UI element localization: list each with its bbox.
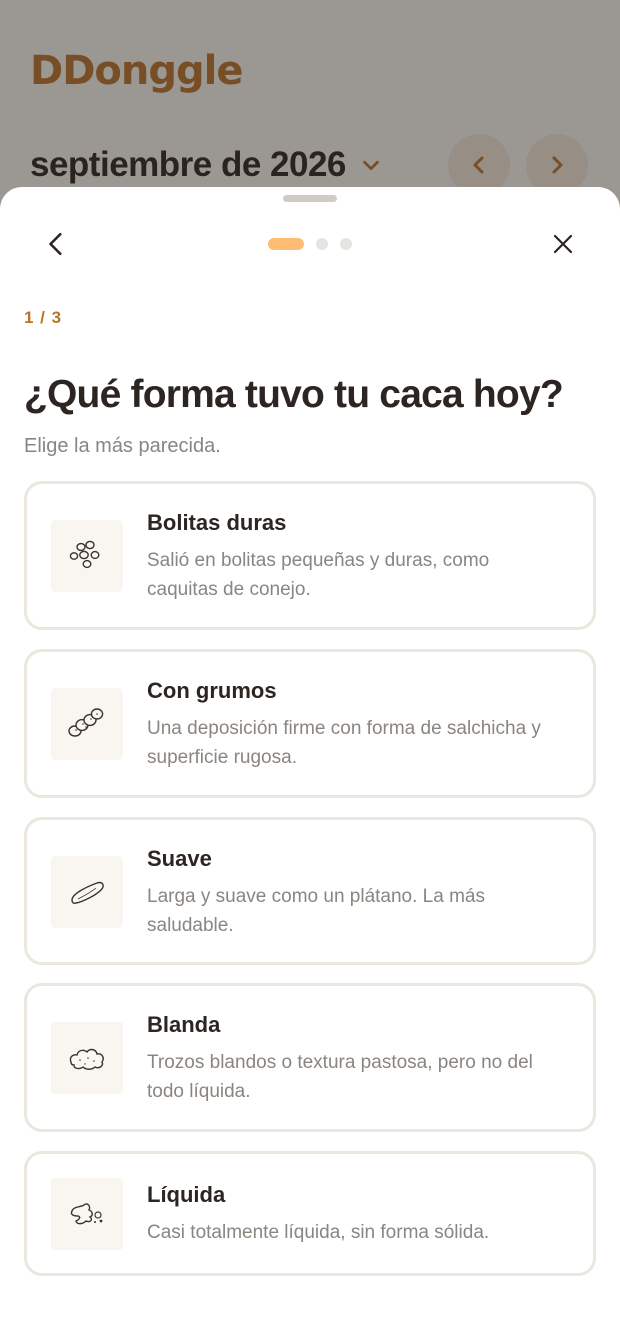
option-title: Con grumos <box>147 678 277 703</box>
progress-dot <box>340 238 352 250</box>
close-button[interactable] <box>541 222 585 266</box>
drag-handle[interactable] <box>283 195 337 202</box>
question-title: ¿Qué forma tuvo tu caca hoy? <box>24 373 564 416</box>
option-thumbnail <box>51 1178 123 1250</box>
soft-blob-icon <box>69 1048 104 1070</box>
back-button[interactable] <box>35 222 79 266</box>
option-title: Líquida <box>147 1182 226 1207</box>
option-description: Salió en bolitas pequeñas y duras, como … <box>147 550 490 600</box>
progress-dots <box>268 238 352 250</box>
option-suave[interactable]: Suave Larga y suave como un plátano. La … <box>24 817 596 965</box>
option-title: Blanda <box>147 1012 221 1037</box>
smooth-sausage-icon <box>71 881 104 904</box>
progress-dot-active <box>268 238 304 250</box>
option-description: Casi totalmente líquida, sin forma sólid… <box>147 1222 490 1243</box>
option-description: Larga y suave como un plátano. La más sa… <box>147 886 485 936</box>
option-con-grumos[interactable]: Con grumos Una deposición firme con form… <box>24 649 596 798</box>
option-liquida[interactable]: Líquida Casi totalmente líquida, sin for… <box>24 1151 596 1276</box>
option-blanda[interactable]: Blanda Trozos blandos o textura pastosa,… <box>24 983 596 1132</box>
option-title: Suave <box>147 846 212 871</box>
question-hint: Elige la más parecida. <box>24 435 221 457</box>
lumpy-sausage-icon <box>68 708 104 737</box>
option-thumbnail <box>51 1022 123 1094</box>
option-bolitas-duras[interactable]: Bolitas duras Salió en bolitas pequeñas … <box>24 481 596 630</box>
option-title: Bolitas duras <box>147 510 287 535</box>
liquid-splash-icon <box>70 1203 103 1225</box>
option-thumbnail <box>51 688 123 760</box>
pellets-icon <box>69 540 100 569</box>
close-icon <box>553 234 573 254</box>
option-description: Una deposición firme con forma de salchi… <box>147 718 541 768</box>
step-indicator: 1 / 3 <box>24 308 63 327</box>
progress-dot <box>316 238 328 250</box>
option-thumbnail <box>51 856 123 928</box>
chevron-left-icon <box>49 232 62 256</box>
stool-shape-sheet: 1 / 3 ¿Qué forma tuvo tu caca hoy? Elige… <box>0 187 620 1342</box>
option-description: Trozos blandos o textura pastosa, pero n… <box>147 1052 533 1102</box>
option-thumbnail <box>51 520 123 592</box>
